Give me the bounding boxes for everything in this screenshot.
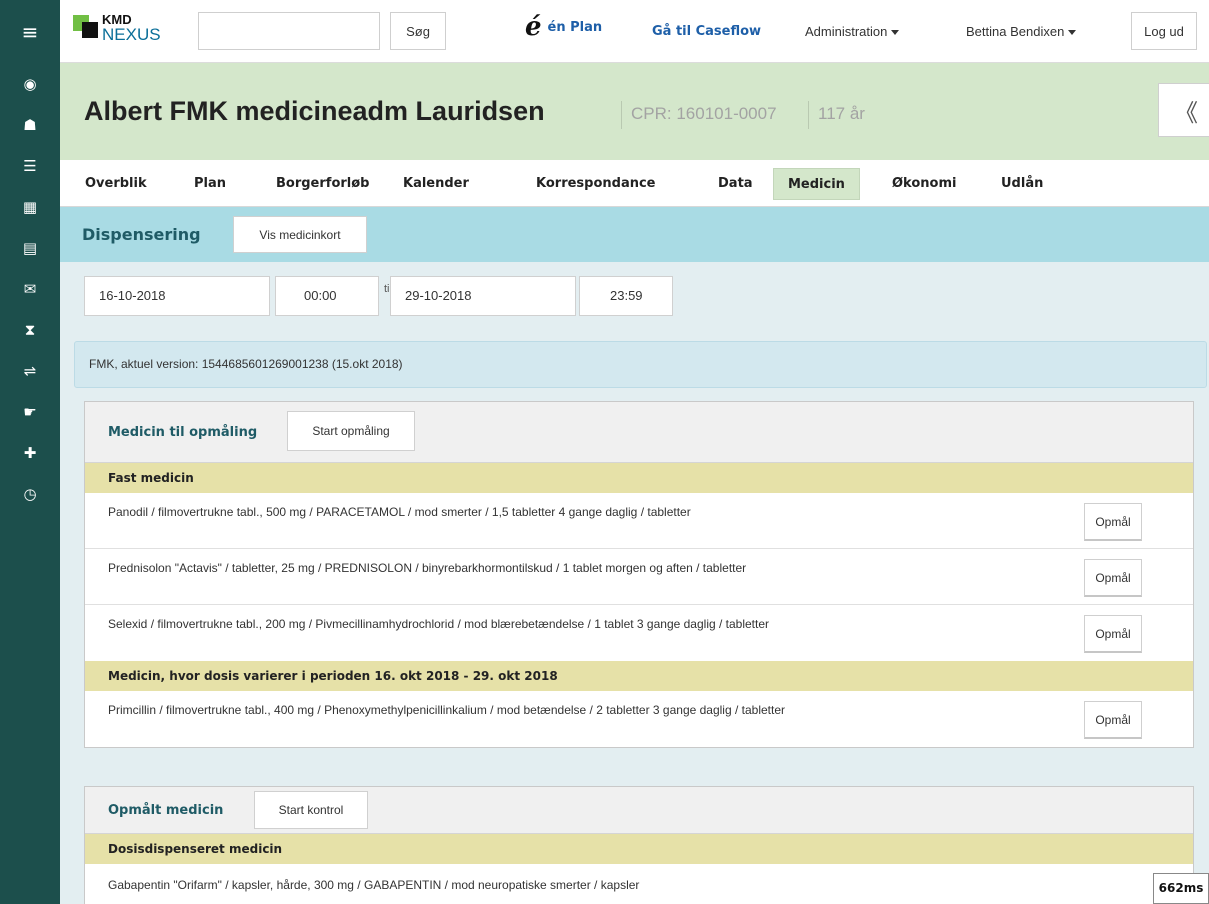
collapse-panel-button[interactable]: 《 <box>1158 83 1209 137</box>
search-button[interactable]: Søg <box>390 12 446 50</box>
tab-borgerforloeb[interactable]: Borgerforløb <box>276 168 369 200</box>
hourglass-icon[interactable]: ⧗ <box>0 309 60 350</box>
administration-label: Administration <box>805 24 888 39</box>
user-menu[interactable]: Bettina Bendixen <box>966 24 1077 39</box>
sidebar: ≡ ◉ ☗ ☰ ▦ ▤ ✉ ⧗ ⇌ ☛ ✚ ◷ <box>0 0 60 904</box>
logo-nexus-text: NEXUS <box>102 25 161 44</box>
tab-korrespondance[interactable]: Korrespondance <box>536 168 656 200</box>
eye-icon[interactable]: ◉ <box>0 63 60 104</box>
tab-udlaan[interactable]: Udlån <box>1001 168 1043 200</box>
kmd-nexus-logo[interactable]: KMD NEXUS <box>73 12 173 52</box>
tab-data[interactable]: Data <box>718 168 753 200</box>
from-time-field[interactable]: 00:00 <box>275 276 379 316</box>
top-navbar: KMD NEXUS Søg é én Plan Gå til Caseflow … <box>60 0 1209 63</box>
administration-menu[interactable]: Administration <box>805 24 900 39</box>
opmaal-button[interactable]: Opmål <box>1084 559 1142 597</box>
timing-badge: 662ms <box>1153 873 1209 904</box>
opmaal-button[interactable]: Opmål <box>1084 701 1142 739</box>
menu-icon[interactable]: ≡ <box>0 0 60 63</box>
table-row: Primcillin / filmovertrukne tabl., 400 m… <box>85 691 1193 747</box>
medicine-description: Selexid / filmovertrukne tabl., 200 mg /… <box>108 617 770 631</box>
logo-black-square <box>82 22 98 38</box>
date-range-row: 16-10-2018 00:00 til 29-10-2018 23:59 <box>60 262 1209 330</box>
caret-down-icon <box>1068 30 1077 36</box>
medkit-icon[interactable]: ✚ <box>0 432 60 473</box>
double-chevron-left-icon: 《 <box>1174 98 1198 127</box>
medicine-description: Primcillin / filmovertrukne tabl., 400 m… <box>108 703 786 717</box>
patient-age: 117 år <box>808 101 865 129</box>
mail-icon[interactable]: ✉ <box>0 268 60 309</box>
tab-medicin[interactable]: Medicin <box>773 168 860 200</box>
caseflow-link[interactable]: Gå til Caseflow <box>652 24 761 39</box>
en-plan-icon: é <box>525 12 542 42</box>
start-kontrol-button[interactable]: Start kontrol <box>254 791 368 829</box>
en-plan-link[interactable]: é én Plan <box>525 12 603 42</box>
usb-icon[interactable]: ⇌ <box>0 350 60 391</box>
patient-name: Albert FMK medicineadm Lauridsen <box>84 96 545 126</box>
patient-cpr: CPR: 160101-0007 <box>621 101 777 129</box>
panel-title: Opmålt medicin <box>108 803 224 818</box>
table-row: Gabapentin "Orifarm" / kapsler, hårde, 3… <box>85 864 1193 904</box>
to-time-field[interactable]: 23:59 <box>579 276 673 316</box>
patient-header: Albert FMK medicineadm Lauridsen CPR: 16… <box>60 63 1209 160</box>
medicine-description: Prednisolon "Actavis" / tabletter, 25 mg… <box>108 561 747 575</box>
opmaalt-medicin-panel: Opmålt medicin Start kontrol Dosisdispen… <box>84 786 1194 904</box>
list-icon[interactable]: ☰ <box>0 145 60 186</box>
medicin-til-opmaaling-panel: Medicin til opmåling Start opmåling Fast… <box>84 401 1194 748</box>
panel-header: Opmålt medicin Start kontrol <box>85 787 1193 834</box>
opmaal-button[interactable]: Opmål <box>1084 503 1142 541</box>
user-icon[interactable]: ☗ <box>0 104 60 145</box>
panel-title: Medicin til opmåling <box>108 425 258 440</box>
stopwatch-icon[interactable]: ◷ <box>0 473 60 514</box>
dispensering-bar: Dispensering Vis medicinkort <box>60 207 1209 262</box>
user-name-label: Bettina Bendixen <box>966 24 1065 39</box>
vis-medicinkort-button[interactable]: Vis medicinkort <box>233 216 367 253</box>
tab-plan[interactable]: Plan <box>194 168 226 200</box>
section-fast-medicin: Fast medicin <box>85 463 1193 493</box>
logout-button[interactable]: Log ud <box>1131 12 1197 50</box>
search-input[interactable] <box>198 12 380 50</box>
table-row: Prednisolon "Actavis" / tabletter, 25 mg… <box>85 549 1193 605</box>
tab-kalender[interactable]: Kalender <box>403 168 469 200</box>
section-dosisdispenseret: Dosisdispenseret medicin <box>85 834 1193 864</box>
panel-header: Medicin til opmåling Start opmåling <box>85 402 1193 463</box>
clipboard-icon[interactable]: ▤ <box>0 227 60 268</box>
from-date-field[interactable]: 16-10-2018 <box>84 276 270 316</box>
caret-down-icon <box>891 30 900 36</box>
medicine-description: Panodil / filmovertrukne tabl., 500 mg /… <box>108 505 691 519</box>
fmk-version-info: FMK, aktuel version: 1544685601269001238… <box>74 341 1207 388</box>
dispensering-title: Dispensering <box>82 225 201 244</box>
en-plan-label: én Plan <box>547 19 603 35</box>
to-date-field[interactable]: 29-10-2018 <box>390 276 576 316</box>
table-row: Selexid / filmovertrukne tabl., 200 mg /… <box>85 605 1193 661</box>
hand-icon[interactable]: ☛ <box>0 391 60 432</box>
table-row: Panodil / filmovertrukne tabl., 500 mg /… <box>85 493 1193 549</box>
patient-tabs: Overblik Plan Borgerforløb Kalender Korr… <box>60 160 1209 207</box>
tab-overblik[interactable]: Overblik <box>85 168 147 200</box>
opmaal-button[interactable]: Opmål <box>1084 615 1142 653</box>
section-varierende-dosis: Medicin, hvor dosis varierer i perioden … <box>85 661 1193 691</box>
calendar-icon[interactable]: ▦ <box>0 186 60 227</box>
tab-oekonomi[interactable]: Økonomi <box>892 168 956 200</box>
start-opmaaling-button[interactable]: Start opmåling <box>287 411 415 451</box>
medicine-description: Gabapentin "Orifarm" / kapsler, hårde, 3… <box>108 878 640 892</box>
